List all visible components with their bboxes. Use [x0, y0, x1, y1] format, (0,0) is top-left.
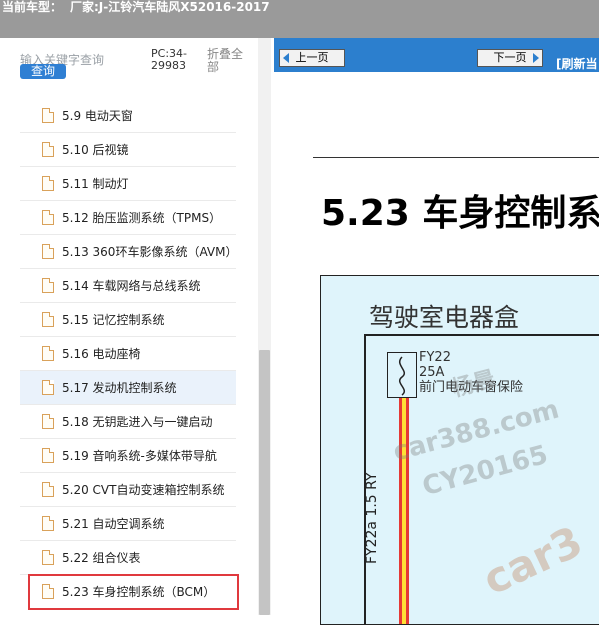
- refresh-link[interactable]: [刷新当: [556, 55, 598, 72]
- toc-item[interactable]: 5.14 车载网络与总线系统: [20, 269, 236, 303]
- document-icon: [42, 108, 54, 123]
- toc-item[interactable]: 5.20 CVT自动变速箱控制系统: [20, 473, 236, 507]
- toc-list: 5.9 电动天窗 5.10 后视镜 5.11 制动灯 5.12 胎压监测系统（T…: [20, 99, 239, 610]
- toc-item[interactable]: 5.11 制动灯: [20, 167, 236, 201]
- toc-item[interactable]: 5.21 自动空调系统: [20, 507, 236, 541]
- toc-item[interactable]: 5.13 360环车影像系统（AVM）: [20, 235, 238, 269]
- document-icon: [42, 414, 54, 429]
- toc-item[interactable]: 5.18 无钥匙进入与一键启动: [20, 405, 236, 439]
- collapse-all-link[interactable]: 折叠全部: [207, 48, 247, 74]
- fuse-id: FY22: [419, 350, 451, 365]
- document-icon: [42, 278, 54, 293]
- toc-item-label: 5.11 制动灯: [62, 177, 129, 191]
- current-model-label: 当前车型：: [2, 0, 63, 14]
- toc-item-label: 5.23 车身控制系统（BCM）: [62, 585, 216, 599]
- next-page-label: 下一页: [493, 51, 527, 64]
- toc-item-label: 5.14 车载网络与总线系统: [62, 279, 201, 293]
- toc-item-label: 5.13 360环车影像系统（AVM）: [62, 245, 238, 259]
- toc-item-label: 5.12 胎压监测系统（TPMS）: [62, 211, 222, 225]
- toc-item-selected[interactable]: 5.23 车身控制系统（BCM）: [28, 574, 239, 610]
- document-icon: [42, 176, 54, 191]
- toc-item[interactable]: 5.22 组合仪表: [20, 541, 236, 575]
- toc-item-label: 5.22 组合仪表: [62, 551, 141, 565]
- current-model-value: 厂家:J-江铃汽车陆风X52016-2017: [70, 0, 270, 14]
- search-button[interactable]: 查询: [20, 64, 66, 79]
- toc-item-label: 5.18 无钥匙进入与一键启动: [62, 415, 213, 429]
- prev-page-label: 上一页: [295, 51, 329, 64]
- document-icon: [42, 312, 54, 327]
- document-icon: [42, 550, 54, 565]
- toc-item[interactable]: 5.12 胎压监测系统（TPMS）: [20, 201, 236, 235]
- section-title: 5.23 车身控制系: [321, 193, 599, 234]
- top-bar: 当前车型： 厂家:J-江铃汽车陆风X52016-2017: [0, 0, 599, 38]
- document-icon: [42, 482, 54, 497]
- wire-stripe: [406, 398, 409, 624]
- toc-item-label: 5.20 CVT自动变速箱控制系统: [62, 483, 225, 497]
- toc-item[interactable]: 5.15 记忆控制系统: [20, 303, 236, 337]
- prev-page-button[interactable]: 上一页: [279, 49, 345, 67]
- toc-item-label: 5.21 自动空调系统: [62, 517, 165, 531]
- toc-item-label: 5.17 发动机控制系统: [62, 381, 177, 395]
- sidebar: 输入关键字查询 查询 PC:34-29983 折叠全部 5.9 电动天窗 5.1…: [0, 38, 274, 615]
- pc-code: PC:34-29983: [151, 47, 187, 72]
- diagram-title: 驾驶室电器盒: [369, 303, 520, 332]
- document-icon: [42, 346, 54, 361]
- document-icon: [42, 244, 54, 259]
- toc-item-label: 5.9 电动天窗: [62, 109, 133, 123]
- toc-item-label: 5.19 音响系统-多媒体带导航: [62, 449, 217, 463]
- document-icon: [42, 584, 54, 599]
- viewer-toolbar: 上一页 下一页 [刷新当: [274, 38, 599, 72]
- document-icon: [42, 380, 54, 395]
- toc-item-label: 5.10 后视镜: [62, 143, 129, 157]
- arrow-left-icon: [283, 53, 289, 63]
- toc-item[interactable]: 5.19 音响系统-多媒体带导航: [20, 439, 236, 473]
- toc-item[interactable]: 5.10 后视镜: [20, 133, 236, 167]
- toc-item-label: 5.15 记忆控制系统: [62, 313, 165, 327]
- toc-item-hovered[interactable]: 5.17 发动机控制系统: [20, 371, 236, 405]
- document-icon: [42, 142, 54, 157]
- wire-label: FY22a 1.5 RY: [364, 472, 380, 564]
- wire-stripe: [399, 398, 402, 624]
- toc-item-label: 5.16 电动座椅: [62, 347, 141, 361]
- sidebar-scrollbar-thumb[interactable]: [259, 350, 270, 615]
- toc-item[interactable]: 5.9 电动天窗: [20, 99, 236, 133]
- document-icon: [42, 448, 54, 463]
- document-icon: [42, 516, 54, 531]
- arrow-right-icon: [533, 53, 539, 63]
- next-page-button[interactable]: 下一页: [477, 49, 543, 67]
- wiring-diagram: 驾驶室电器盒 FY22 25A 前门电动车窗保险 FY22a 1.5 RY 杨晨…: [320, 275, 599, 625]
- fuse-icon: [399, 356, 405, 396]
- toc-item[interactable]: 5.16 电动座椅: [20, 337, 236, 371]
- document-viewer: 上一页 下一页 [刷新当 5.23 车身控制系 驾驶室电器盒 FY22 25A …: [274, 38, 599, 625]
- document-icon: [42, 210, 54, 225]
- page-divider: [313, 157, 599, 158]
- fuse-symbol: [387, 352, 417, 398]
